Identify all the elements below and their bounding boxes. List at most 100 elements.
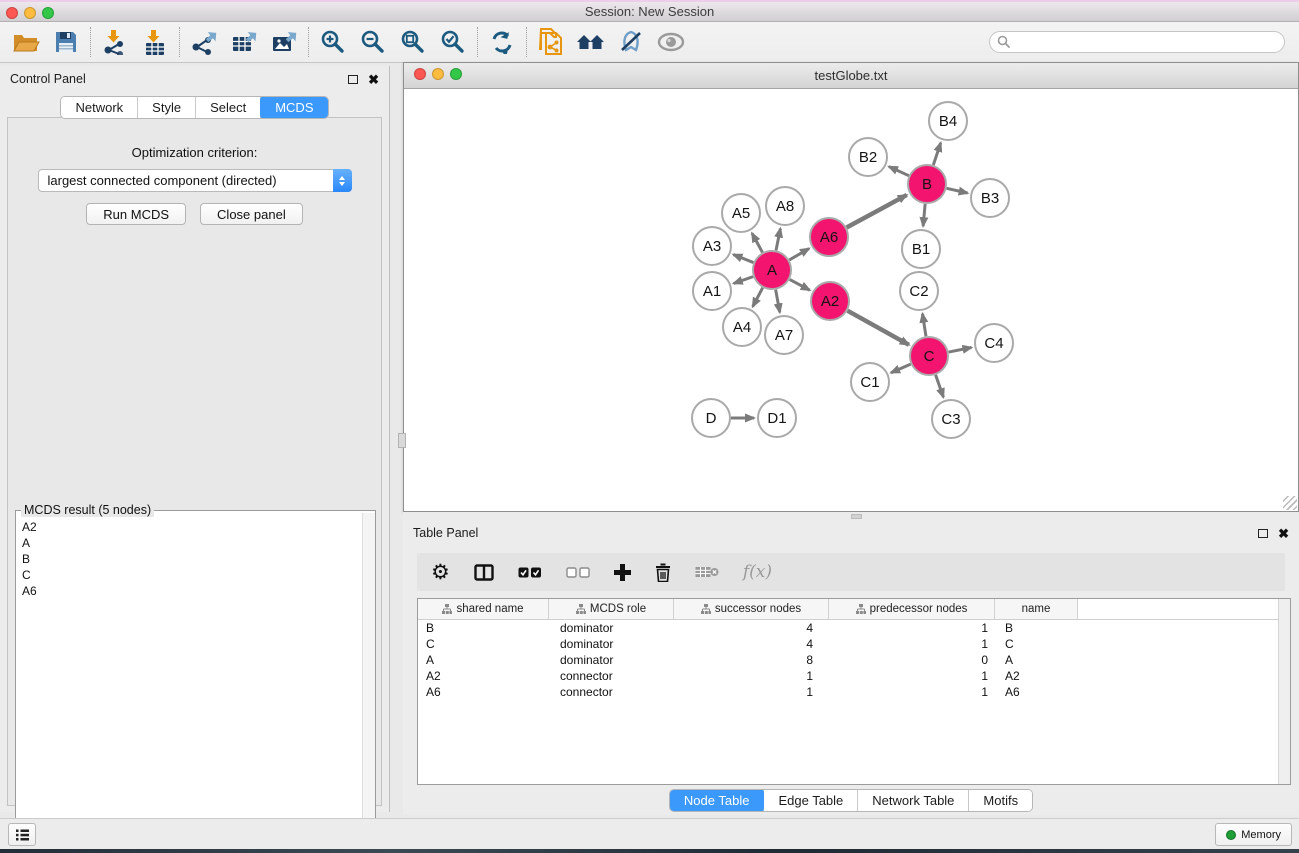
cell-successor-nodes[interactable]: 4 (674, 637, 829, 651)
table-row[interactable]: A6connector11A6 (418, 684, 1290, 700)
node-C1[interactable]: C1 (851, 363, 889, 401)
edge-A6-B[interactable] (847, 195, 907, 228)
table-tab-edge-table[interactable]: Edge Table (764, 790, 858, 811)
refresh-icon[interactable] (482, 24, 522, 60)
node-A3[interactable]: A3 (693, 227, 731, 265)
hide-graphics-details-icon[interactable] (611, 24, 651, 60)
open-folder-icon[interactable] (6, 24, 46, 60)
gear-icon[interactable]: ⚙ (431, 562, 450, 582)
import-network-icon[interactable] (95, 24, 135, 60)
edge-A2-C[interactable] (847, 311, 908, 345)
cell-name[interactable]: A2 (995, 669, 1078, 683)
node-C4[interactable]: C4 (975, 324, 1013, 362)
edge-A-A4[interactable] (753, 288, 763, 307)
network-close-button[interactable] (414, 68, 426, 80)
network-minimize-button[interactable] (432, 68, 444, 80)
cybrowser-home-icon[interactable] (571, 24, 611, 60)
mcds-result-scrollbar[interactable] (362, 513, 375, 850)
edge-A-A6[interactable] (789, 249, 809, 260)
cell-predecessor-nodes[interactable]: 1 (829, 669, 995, 683)
network-resize-grip-icon[interactable] (1283, 496, 1297, 510)
float-panel-icon[interactable] (348, 75, 358, 84)
save-icon[interactable] (46, 24, 86, 60)
show-task-history-button[interactable] (8, 823, 36, 846)
new-network-from-selection-icon[interactable] (531, 24, 571, 60)
zoom-fit-icon[interactable] (393, 24, 433, 60)
export-network-icon[interactable] (184, 24, 224, 60)
node-A5[interactable]: A5 (722, 194, 760, 232)
table-row[interactable]: Cdominator41C (418, 636, 1290, 652)
close-panel-button[interactable]: Close panel (200, 203, 303, 225)
cell-shared-name[interactable]: A6 (418, 685, 549, 699)
import-table-icon[interactable] (135, 24, 175, 60)
edge-A-A1[interactable] (734, 277, 753, 284)
minimize-window-button[interactable] (24, 7, 36, 19)
edge-A-A5[interactable] (752, 233, 762, 252)
table-row[interactable]: Bdominator41B (418, 620, 1290, 636)
edge-B-B2[interactable] (889, 167, 909, 176)
select-all-checkboxes-icon[interactable] (518, 567, 542, 578)
cell-mcds-role[interactable]: dominator (549, 653, 674, 667)
cell-mcds-role[interactable]: dominator (549, 621, 674, 635)
cell-successor-nodes[interactable]: 1 (674, 685, 829, 699)
column-header-shared-name[interactable]: shared name (418, 599, 549, 619)
column-header-mcds-role[interactable]: MCDS role (549, 599, 674, 619)
node-B1[interactable]: B1 (902, 230, 940, 268)
node-A6[interactable]: A6 (810, 218, 848, 256)
mcds-result-item[interactable]: C (22, 567, 362, 583)
edge-C-C4[interactable] (949, 348, 972, 353)
trash-icon[interactable] (655, 563, 671, 582)
node-D[interactable]: D (692, 399, 730, 437)
network-left-scrollbar-thumb[interactable] (398, 433, 406, 448)
cell-successor-nodes[interactable]: 4 (674, 621, 829, 635)
cell-predecessor-nodes[interactable]: 1 (829, 637, 995, 651)
memory-button[interactable]: Memory (1215, 823, 1292, 846)
cell-predecessor-nodes[interactable]: 0 (829, 653, 995, 667)
mcds-result-item[interactable]: B (22, 551, 362, 567)
edge-A-A7[interactable] (776, 290, 780, 313)
table-row[interactable]: A2connector11A2 (418, 668, 1290, 684)
cell-mcds-role[interactable]: connector (549, 685, 674, 699)
cell-successor-nodes[interactable]: 8 (674, 653, 829, 667)
tab-mcds[interactable]: MCDS (260, 96, 328, 119)
export-table-icon[interactable] (224, 24, 264, 60)
network-zoom-button[interactable] (450, 68, 462, 80)
run-mcds-button[interactable]: Run MCDS (86, 203, 186, 225)
node-C2[interactable]: C2 (900, 272, 938, 310)
cell-shared-name[interactable]: A2 (418, 669, 549, 683)
close-panel-icon[interactable]: ✖ (368, 75, 379, 84)
node-A8[interactable]: A8 (766, 187, 804, 225)
node-B4[interactable]: B4 (929, 102, 967, 140)
column-icon[interactable] (474, 564, 494, 581)
node-A7[interactable]: A7 (765, 316, 803, 354)
mcds-result-item[interactable]: A6 (22, 583, 362, 599)
zoom-in-icon[interactable] (313, 24, 353, 60)
node-B2[interactable]: B2 (849, 138, 887, 176)
tab-style[interactable]: Style (138, 97, 196, 118)
edge-B-B3[interactable] (947, 188, 968, 193)
table-tab-network-table[interactable]: Network Table (858, 790, 969, 811)
edge-C-C2[interactable] (922, 314, 925, 337)
mcds-result-item[interactable]: A (22, 535, 362, 551)
edge-A-A2[interactable] (790, 279, 810, 290)
cell-name[interactable]: A (995, 653, 1078, 667)
export-image-icon[interactable] (264, 24, 304, 60)
edge-C-C3[interactable] (936, 375, 944, 397)
search-input[interactable] (989, 31, 1285, 53)
edge-A-A3[interactable] (733, 255, 753, 263)
edge-A-A8[interactable] (776, 229, 780, 251)
cell-predecessor-nodes[interactable]: 1 (829, 621, 995, 635)
cell-mcds-role[interactable]: connector (549, 669, 674, 683)
cell-shared-name[interactable]: A (418, 653, 549, 667)
column-header-predecessor-nodes[interactable]: predecessor nodes (829, 599, 995, 619)
tab-network[interactable]: Network (61, 97, 138, 118)
node-B3[interactable]: B3 (971, 179, 1009, 217)
close-panel-icon[interactable]: ✖ (1278, 529, 1289, 538)
zoom-window-button[interactable] (42, 7, 54, 19)
eye-icon[interactable] (651, 24, 691, 60)
zoom-out-icon[interactable] (353, 24, 393, 60)
node-B[interactable]: B (908, 165, 946, 203)
optimization-criterion-select[interactable]: largest connected component (directed) (38, 169, 352, 192)
cell-mcds-role[interactable]: dominator (549, 637, 674, 651)
close-window-button[interactable] (6, 7, 18, 19)
